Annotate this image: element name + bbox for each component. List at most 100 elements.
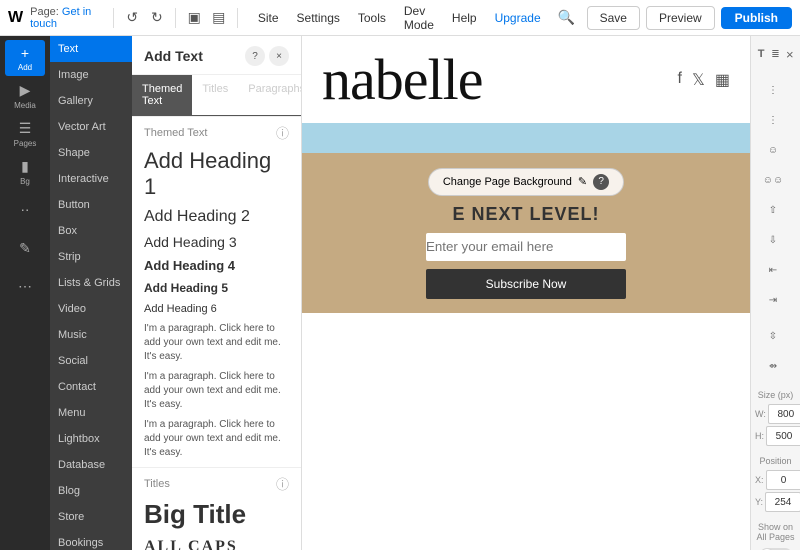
close-button[interactable]: ×	[269, 46, 289, 66]
show-all-pages-label: Show on All Pages	[755, 520, 796, 544]
add-heading-1[interactable]: Add Heading 1	[132, 144, 301, 204]
title-big[interactable]: Big Title	[132, 495, 301, 534]
paragraph-2[interactable]: I'm a paragraph. Click here to add your …	[132, 367, 301, 415]
sidebar-item-vector[interactable]: Vector Art	[50, 114, 132, 140]
width-input[interactable]	[768, 404, 800, 424]
strip-icon-pages[interactable]: ☰ Pages	[5, 116, 45, 152]
add-text-header: Add Text ? ×	[132, 36, 301, 75]
sidebar-item-menu[interactable]: Menu	[50, 400, 132, 426]
save-button[interactable]: Save	[587, 6, 640, 30]
redo-button[interactable]: ↻	[147, 4, 168, 32]
info-icon: ⓘ	[276, 123, 289, 142]
change-bg-button[interactable]: Change Page Background ✎ ?	[428, 168, 624, 196]
desktop-view-button[interactable]: ▣	[184, 4, 205, 32]
preview-button[interactable]: Preview	[646, 6, 715, 30]
x-input[interactable]	[766, 470, 800, 490]
email-input[interactable]	[426, 233, 626, 261]
sidebar-item-lightbox[interactable]: Lightbox	[50, 426, 132, 452]
sidebar-item-music[interactable]: Music	[50, 322, 132, 348]
strip-icon-blog[interactable]: ✎	[5, 230, 45, 266]
grid-icon[interactable]: ⋮	[755, 76, 791, 104]
strip-icon-more[interactable]: ⋯	[5, 268, 45, 304]
publish-button[interactable]: Publish	[721, 7, 792, 29]
hero-blue-band	[302, 123, 750, 153]
y-label: Y:	[755, 497, 763, 507]
strip-icon-apps[interactable]: ⋅⋅	[5, 192, 45, 228]
add-heading-5[interactable]: Add Heading 5	[132, 277, 301, 299]
search-button[interactable]: 🔍	[553, 4, 581, 32]
sidebar-item-box[interactable]: Box	[50, 218, 132, 244]
sidebar-item-shape[interactable]: Shape	[50, 140, 132, 166]
sidebar-item-image[interactable]: Image	[50, 62, 132, 88]
add-text-panel: Add Text ? × Themed Text Titles Paragrap…	[132, 36, 302, 550]
strip-icon-bg[interactable]: ▮ Bg	[5, 154, 45, 190]
height-row: H:	[755, 426, 796, 446]
undo-button[interactable]: ↺	[122, 4, 143, 32]
social-icons: f 𝕏 ▦	[678, 70, 730, 90]
sidebar-item-blog[interactable]: Blog	[50, 478, 132, 504]
align-icon[interactable]: ≣	[769, 40, 781, 68]
nav-devmode[interactable]: Dev Mode	[396, 0, 442, 36]
person-icon[interactable]: ☺	[755, 136, 791, 164]
up-icon[interactable]: ⇧	[755, 196, 791, 224]
add-heading-4[interactable]: Add Heading 4	[132, 254, 301, 277]
height-input[interactable]	[766, 426, 800, 446]
tab-themed-text[interactable]: Themed Text	[132, 75, 192, 116]
add-heading-2[interactable]: Add Heading 2	[132, 204, 301, 230]
add-heading-6[interactable]: Add Heading 6	[132, 299, 301, 319]
facebook-icon[interactable]: f	[678, 70, 682, 90]
y-input[interactable]	[765, 492, 800, 512]
add-heading-3[interactable]: Add Heading 3	[132, 230, 301, 254]
paragraph-1[interactable]: I'm a paragraph. Click here to add your …	[132, 319, 301, 367]
sidebar-item-gallery[interactable]: Gallery	[50, 88, 132, 114]
rpanel-close-icon[interactable]: ×	[784, 40, 796, 68]
right-icon[interactable]: ⇥	[755, 286, 791, 314]
sidebar-item-bookings[interactable]: Bookings	[50, 530, 132, 550]
info-button[interactable]: ?	[245, 46, 265, 66]
main-area: + Add ▶ Media ☰ Pages ▮ Bg ⋅⋅ ✎ ⋯ Text I…	[0, 36, 800, 550]
brand-name: nabelle	[322, 46, 482, 113]
nav-tools[interactable]: Tools	[350, 7, 394, 29]
page-label: Page: Get in touch	[30, 6, 97, 30]
strip-icon-add[interactable]: + Add	[5, 40, 45, 76]
themed-section-label: Themed Text ⓘ	[132, 117, 301, 144]
group-icon[interactable]: ☺☺	[755, 166, 791, 194]
apps-icon: ⋅⋅	[21, 202, 30, 219]
left-icon[interactable]: ⇤	[755, 256, 791, 284]
mobile-view-button[interactable]: ▤	[208, 4, 229, 32]
tab-titles[interactable]: Titles	[192, 75, 238, 116]
subscribe-button[interactable]: Subscribe Now	[426, 269, 626, 299]
nav-site[interactable]: Site	[250, 7, 287, 29]
sidebar-item-contact[interactable]: Contact	[50, 374, 132, 400]
next-level-text: E NEXT LEVEL!	[452, 204, 599, 225]
instagram-icon[interactable]: ▦	[715, 70, 730, 90]
sidebar-item-button[interactable]: Button	[50, 192, 132, 218]
down-icon[interactable]: ⇩	[755, 226, 791, 254]
text-style-icon[interactable]: T	[755, 40, 767, 68]
sidebar-item-interactive[interactable]: Interactive	[50, 166, 132, 192]
title-all-caps[interactable]: ALL CAPS TITLE	[132, 534, 301, 550]
icon-strip: + Add ▶ Media ☰ Pages ▮ Bg ⋅⋅ ✎ ⋯	[0, 36, 50, 550]
topbar-nav: Site Settings Tools Dev Mode Help Upgrad…	[250, 0, 549, 36]
edit2-icon[interactable]: ⇴	[755, 352, 791, 380]
sidebar-item-video[interactable]: Video	[50, 296, 132, 322]
topbar-actions: 🔍 Save Preview Publish	[553, 4, 792, 32]
sidebar-item-text[interactable]: Text	[50, 36, 132, 62]
sidebar-item-store[interactable]: Store	[50, 504, 132, 530]
bg-icon: ▮	[21, 158, 29, 175]
sidebar-item-social[interactable]: Social	[50, 348, 132, 374]
page-name-link[interactable]: Get in touch	[30, 6, 91, 30]
tab-paragraphs[interactable]: Paragraphs	[238, 75, 302, 116]
move-icon[interactable]: ⇳	[755, 322, 791, 350]
list-icon[interactable]: ⋮	[755, 106, 791, 134]
twitter-icon[interactable]: 𝕏	[692, 70, 705, 90]
nav-settings[interactable]: Settings	[289, 7, 348, 29]
strip-icon-media[interactable]: ▶ Media	[5, 78, 45, 114]
rpanel-top-icons: T ≣ ×	[755, 40, 796, 68]
nav-upgrade[interactable]: Upgrade	[487, 7, 549, 29]
sidebar-item-lists[interactable]: Lists & Grids	[50, 270, 132, 296]
nav-help[interactable]: Help	[444, 7, 485, 29]
paragraph-3[interactable]: I'm a paragraph. Click here to add your …	[132, 415, 301, 463]
sidebar-item-database[interactable]: Database	[50, 452, 132, 478]
sidebar-item-strip[interactable]: Strip	[50, 244, 132, 270]
